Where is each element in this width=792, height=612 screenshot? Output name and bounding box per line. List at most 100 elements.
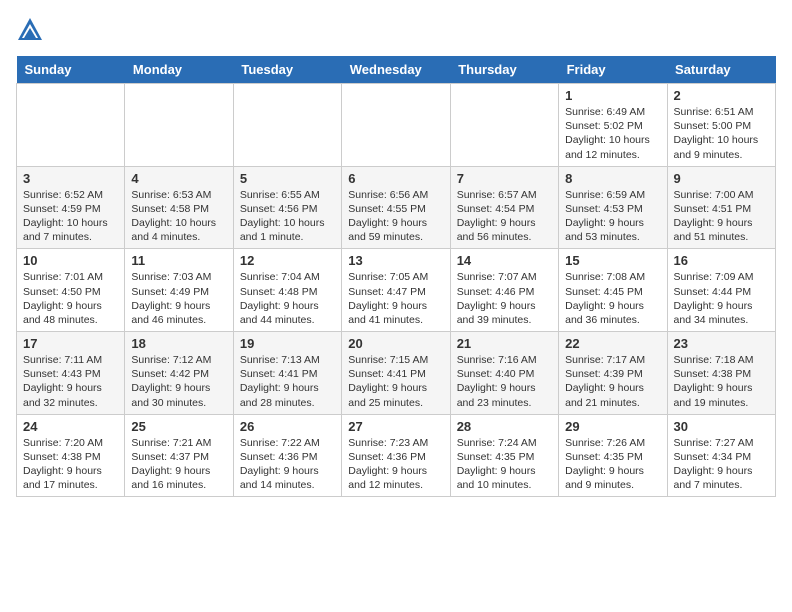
calendar-cell: 18 Sunrise: 7:12 AM Sunset: 4:42 PM Dayli… — [125, 332, 233, 415]
day-info: Sunrise: 7:21 AM Sunset: 4:37 PM Dayligh… — [131, 436, 226, 493]
calendar-cell: 9 Sunrise: 7:00 AM Sunset: 4:51 PM Daylig… — [667, 166, 775, 249]
calendar-cell: 21Sunrise: 7:16 AM Sunset: 4:40 PM Dayli… — [450, 332, 558, 415]
calendar-cell: 28 Sunrise: 7:24 AM Sunset: 4:35 PM Dayli… — [450, 414, 558, 497]
day-info: Sunrise: 6:53 AM Sunset: 4:58 PM Dayligh… — [131, 188, 226, 245]
calendar-cell: 24 Sunrise: 7:20 AM Sunset: 4:38 PM Dayli… — [17, 414, 125, 497]
calendar-cell: 8 Sunrise: 6:59 AM Sunset: 4:53 PM Daylig… — [559, 166, 667, 249]
calendar-cell: 11Sunrise: 7:03 AM Sunset: 4:49 PM Dayli… — [125, 249, 233, 332]
day-info: Sunrise: 6:52 AM Sunset: 4:59 PM Dayligh… — [23, 188, 118, 245]
day-info: Sunrise: 7:01 AM Sunset: 4:50 PM Dayligh… — [23, 270, 118, 327]
calendar-cell: 10 Sunrise: 7:01 AM Sunset: 4:50 PM Dayli… — [17, 249, 125, 332]
page-header — [16, 16, 776, 44]
day-info: Sunrise: 7:26 AM Sunset: 4:35 PM Dayligh… — [565, 436, 660, 493]
day-number: 30 — [674, 419, 769, 434]
day-info: Sunrise: 7:18 AM Sunset: 4:38 PM Dayligh… — [674, 353, 769, 410]
day-number: 9 — [674, 171, 769, 186]
calendar-cell: 25 Sunrise: 7:21 AM Sunset: 4:37 PM Dayli… — [125, 414, 233, 497]
weekday-header-friday: Friday — [559, 56, 667, 84]
day-number: 3 — [23, 171, 118, 186]
weekday-header-sunday: Sunday — [17, 56, 125, 84]
logo-icon — [16, 16, 44, 44]
day-number: 7 — [457, 171, 552, 186]
logo — [16, 16, 48, 44]
calendar-cell: 12 Sunrise: 7:04 AM Sunset: 4:48 PM Dayli… — [233, 249, 341, 332]
day-info: Sunrise: 7:20 AM Sunset: 4:38 PM Dayligh… — [23, 436, 118, 493]
weekday-header-row: SundayMondayTuesdayWednesdayThursdayFrid… — [17, 56, 776, 84]
day-number: 12 — [240, 253, 335, 268]
calendar-cell: 7 Sunrise: 6:57 AM Sunset: 4:54 PM Daylig… — [450, 166, 558, 249]
day-number: 25 — [131, 419, 226, 434]
calendar-week-1: 1 Sunrise: 6:49 AM Sunset: 5:02 PM Daylig… — [17, 84, 776, 167]
day-info: Sunrise: 6:57 AM Sunset: 4:54 PM Dayligh… — [457, 188, 552, 245]
day-info: Sunrise: 6:59 AM Sunset: 4:53 PM Dayligh… — [565, 188, 660, 245]
day-info: Sunrise: 7:00 AM Sunset: 4:51 PM Dayligh… — [674, 188, 769, 245]
weekday-header-wednesday: Wednesday — [342, 56, 450, 84]
day-number: 1 — [565, 88, 660, 103]
day-number: 14 — [457, 253, 552, 268]
day-info: Sunrise: 6:51 AM Sunset: 5:00 PM Dayligh… — [674, 105, 769, 162]
calendar-cell: 30 Sunrise: 7:27 AM Sunset: 4:34 PM Dayli… — [667, 414, 775, 497]
day-info: Sunrise: 7:07 AM Sunset: 4:46 PM Dayligh… — [457, 270, 552, 327]
day-number: 2 — [674, 88, 769, 103]
day-info: Sunrise: 7:04 AM Sunset: 4:48 PM Dayligh… — [240, 270, 335, 327]
day-number: 18 — [131, 336, 226, 351]
calendar-cell: 3 Sunrise: 6:52 AM Sunset: 4:59 PM Daylig… — [17, 166, 125, 249]
day-info: Sunrise: 7:11 AM Sunset: 4:43 PM Dayligh… — [23, 353, 118, 410]
day-info: Sunrise: 6:56 AM Sunset: 4:55 PM Dayligh… — [348, 188, 443, 245]
calendar-cell: 26 Sunrise: 7:22 AM Sunset: 4:36 PM Dayli… — [233, 414, 341, 497]
day-number: 19 — [240, 336, 335, 351]
day-info: Sunrise: 6:49 AM Sunset: 5:02 PM Dayligh… — [565, 105, 660, 162]
day-number: 4 — [131, 171, 226, 186]
day-info: Sunrise: 7:03 AM Sunset: 4:49 PM Dayligh… — [131, 270, 226, 327]
weekday-header-monday: Monday — [125, 56, 233, 84]
day-info: Sunrise: 7:24 AM Sunset: 4:35 PM Dayligh… — [457, 436, 552, 493]
calendar-cell: 5 Sunrise: 6:55 AM Sunset: 4:56 PM Daylig… — [233, 166, 341, 249]
calendar-cell: 14 Sunrise: 7:07 AM Sunset: 4:46 PM Dayli… — [450, 249, 558, 332]
weekday-header-saturday: Saturday — [667, 56, 775, 84]
day-number: 22 — [565, 336, 660, 351]
day-number: 29 — [565, 419, 660, 434]
day-number: 10 — [23, 253, 118, 268]
day-number: 26 — [240, 419, 335, 434]
day-number: 6 — [348, 171, 443, 186]
calendar-week-2: 3 Sunrise: 6:52 AM Sunset: 4:59 PM Daylig… — [17, 166, 776, 249]
weekday-header-tuesday: Tuesday — [233, 56, 341, 84]
calendar-cell: 15 Sunrise: 7:08 AM Sunset: 4:45 PM Dayli… — [559, 249, 667, 332]
day-info: Sunrise: 7:23 AM Sunset: 4:36 PM Dayligh… — [348, 436, 443, 493]
calendar-cell: 22 Sunrise: 7:17 AM Sunset: 4:39 PM Dayli… — [559, 332, 667, 415]
day-info: Sunrise: 7:15 AM Sunset: 4:41 PM Dayligh… — [348, 353, 443, 410]
day-number: 27 — [348, 419, 443, 434]
day-number: 23 — [674, 336, 769, 351]
calendar-cell — [342, 84, 450, 167]
day-info: Sunrise: 7:05 AM Sunset: 4:47 PM Dayligh… — [348, 270, 443, 327]
day-number: 8 — [565, 171, 660, 186]
weekday-header-thursday: Thursday — [450, 56, 558, 84]
day-info: Sunrise: 7:17 AM Sunset: 4:39 PM Dayligh… — [565, 353, 660, 410]
calendar-cell: 17Sunrise: 7:11 AM Sunset: 4:43 PM Dayli… — [17, 332, 125, 415]
day-number: 15 — [565, 253, 660, 268]
calendar-cell — [450, 84, 558, 167]
day-number: 16 — [674, 253, 769, 268]
day-info: Sunrise: 7:12 AM Sunset: 4:42 PM Dayligh… — [131, 353, 226, 410]
day-info: Sunrise: 7:13 AM Sunset: 4:41 PM Dayligh… — [240, 353, 335, 410]
calendar-week-4: 17Sunrise: 7:11 AM Sunset: 4:43 PM Dayli… — [17, 332, 776, 415]
calendar-week-3: 10 Sunrise: 7:01 AM Sunset: 4:50 PM Dayli… — [17, 249, 776, 332]
calendar-cell: 4 Sunrise: 6:53 AM Sunset: 4:58 PM Daylig… — [125, 166, 233, 249]
calendar-cell: 23 Sunrise: 7:18 AM Sunset: 4:38 PM Dayli… — [667, 332, 775, 415]
day-number: 24 — [23, 419, 118, 434]
day-number: 5 — [240, 171, 335, 186]
day-number: 28 — [457, 419, 552, 434]
calendar-cell: 16Sunrise: 7:09 AM Sunset: 4:44 PM Dayli… — [667, 249, 775, 332]
day-info: Sunrise: 7:08 AM Sunset: 4:45 PM Dayligh… — [565, 270, 660, 327]
day-info: Sunrise: 7:22 AM Sunset: 4:36 PM Dayligh… — [240, 436, 335, 493]
day-info: Sunrise: 6:55 AM Sunset: 4:56 PM Dayligh… — [240, 188, 335, 245]
calendar-body: 1 Sunrise: 6:49 AM Sunset: 5:02 PM Daylig… — [17, 84, 776, 497]
calendar-cell: 27 Sunrise: 7:23 AM Sunset: 4:36 PM Dayli… — [342, 414, 450, 497]
calendar-cell — [17, 84, 125, 167]
day-info: Sunrise: 7:27 AM Sunset: 4:34 PM Dayligh… — [674, 436, 769, 493]
calendar-cell: 20Sunrise: 7:15 AM Sunset: 4:41 PM Dayli… — [342, 332, 450, 415]
calendar-cell: 6 Sunrise: 6:56 AM Sunset: 4:55 PM Daylig… — [342, 166, 450, 249]
calendar-cell: 19 Sunrise: 7:13 AM Sunset: 4:41 PM Dayli… — [233, 332, 341, 415]
calendar-week-5: 24 Sunrise: 7:20 AM Sunset: 4:38 PM Dayli… — [17, 414, 776, 497]
calendar-cell: 13Sunrise: 7:05 AM Sunset: 4:47 PM Dayli… — [342, 249, 450, 332]
